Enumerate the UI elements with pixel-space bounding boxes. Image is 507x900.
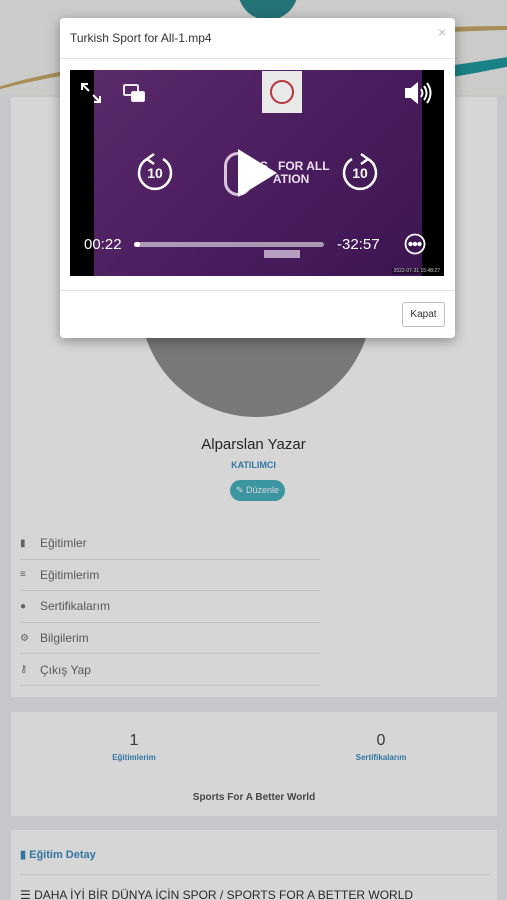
divider: [60, 290, 455, 291]
seek-bar[interactable]: [134, 242, 324, 247]
video-player[interactable]: S FOR ALL ATION 2022-07-31 15:48:27 10 1…: [70, 70, 444, 276]
divider: [60, 58, 455, 59]
rewind-seconds: 10: [147, 165, 163, 181]
more-options-icon[interactable]: [404, 233, 426, 255]
video-modal: Turkish Sport for All-1.mp4 × S FOR ALL …: [60, 18, 455, 338]
close-icon[interactable]: ×: [438, 24, 446, 40]
remaining-time: -32:57: [337, 236, 380, 253]
seek-bar-fill: [134, 242, 140, 247]
modal-title: Turkish Sport for All-1.mp4: [70, 31, 212, 45]
video-timecode: 2022-07-31 15:48:27: [391, 268, 442, 274]
ministry-logo: [262, 71, 302, 113]
forward-seconds: 10: [352, 165, 368, 181]
close-button[interactable]: Kapat: [402, 302, 445, 327]
play-icon[interactable]: [232, 146, 280, 200]
picture-in-picture-icon[interactable]: [122, 82, 146, 104]
elapsed-time: 00:22: [84, 236, 122, 253]
social-icons-strip: [264, 250, 300, 258]
rewind-10-icon[interactable]: 10: [136, 152, 174, 192]
volume-icon[interactable]: [403, 80, 435, 106]
expand-icon[interactable]: [80, 82, 102, 104]
forward-10-icon[interactable]: 10: [341, 152, 379, 192]
